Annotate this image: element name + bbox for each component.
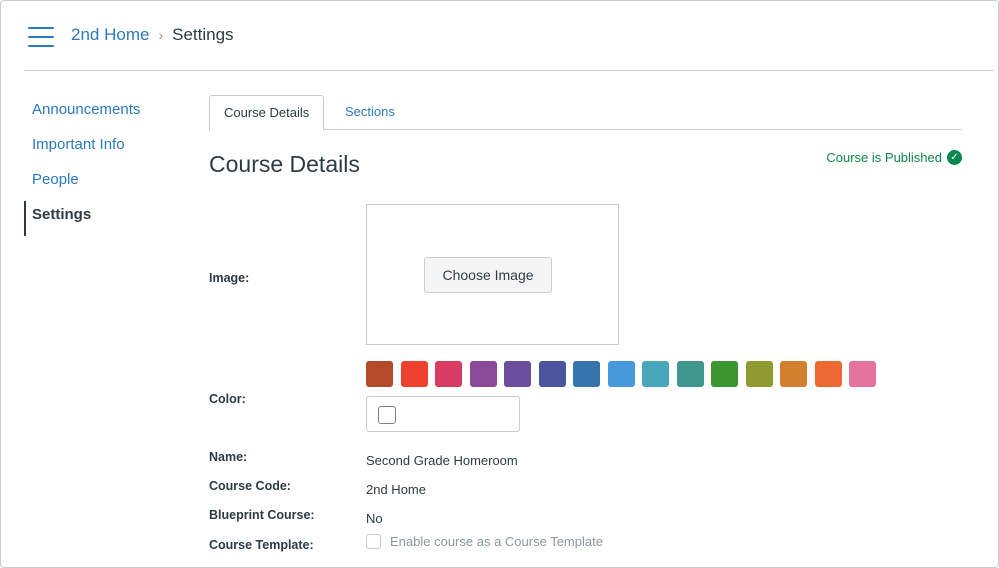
breadcrumb: 2nd Home › Settings bbox=[71, 25, 234, 45]
custom-color-input[interactable] bbox=[366, 396, 520, 432]
page-title: Course Details bbox=[209, 151, 360, 177]
color-swatch[interactable] bbox=[745, 361, 773, 387]
color-swatch[interactable] bbox=[607, 361, 635, 387]
blueprint-label: Blueprint Course: bbox=[209, 508, 315, 522]
publish-status: Course is Published ✓ bbox=[826, 150, 962, 165]
tab-course-details[interactable]: Course Details bbox=[209, 95, 325, 131]
name-value: Second Grade Homeroom bbox=[366, 453, 518, 468]
sidebar-item-important-info[interactable]: Important Info bbox=[24, 131, 184, 166]
color-swatch[interactable] bbox=[504, 361, 531, 387]
image-label: Image: bbox=[209, 271, 250, 285]
tab-sections[interactable]: Sections bbox=[331, 95, 409, 130]
image-dropzone: Choose Image bbox=[366, 204, 619, 345]
color-preview bbox=[378, 406, 396, 424]
sidebar-item-settings[interactable]: Settings bbox=[24, 201, 184, 236]
course-navigation: Announcements Important Info People Sett… bbox=[24, 96, 184, 236]
color-swatches bbox=[366, 361, 884, 387]
chevron-right-icon: › bbox=[158, 27, 164, 43]
color-swatch[interactable] bbox=[435, 361, 462, 387]
color-label: Color: bbox=[209, 392, 246, 406]
color-swatch[interactable] bbox=[366, 361, 393, 387]
color-swatch[interactable] bbox=[814, 361, 842, 387]
color-swatch[interactable] bbox=[676, 361, 704, 387]
color-swatch[interactable] bbox=[573, 361, 600, 387]
breadcrumb-current: Settings bbox=[172, 25, 234, 44]
course-template-checkbox-label: Enable course as a Course Template bbox=[390, 534, 603, 549]
settings-tabs: Course Details Sections bbox=[209, 95, 962, 131]
page-header: 2nd Home › Settings bbox=[1, 1, 998, 71]
color-swatch[interactable] bbox=[780, 361, 807, 387]
color-swatch[interactable] bbox=[538, 361, 566, 387]
header-divider bbox=[24, 70, 994, 71]
course-template-checkbox[interactable] bbox=[366, 534, 381, 549]
checkmark-circle-icon: ✓ bbox=[947, 150, 962, 165]
color-swatch[interactable] bbox=[711, 361, 738, 387]
choose-image-button[interactable]: Choose Image bbox=[424, 257, 552, 293]
hamburger-menu-icon[interactable] bbox=[28, 27, 54, 47]
app-window: 2nd Home › Settings Announcements Import… bbox=[0, 0, 999, 568]
course-template-label: Course Template: bbox=[209, 538, 314, 552]
course-code-value: 2nd Home bbox=[366, 482, 426, 497]
color-swatch[interactable] bbox=[642, 361, 669, 387]
breadcrumb-home-link[interactable]: 2nd Home bbox=[71, 25, 149, 45]
course-template-option: Enable course as a Course Template bbox=[366, 534, 603, 549]
course-code-label: Course Code: bbox=[209, 479, 291, 493]
name-label: Name: bbox=[209, 450, 248, 464]
publish-status-text: Course is Published bbox=[826, 150, 942, 165]
color-swatch[interactable] bbox=[469, 361, 497, 387]
color-swatch[interactable] bbox=[400, 361, 428, 387]
blueprint-value: No bbox=[366, 511, 383, 526]
sidebar-item-announcements[interactable]: Announcements bbox=[24, 96, 184, 131]
sidebar-item-people[interactable]: People bbox=[24, 166, 184, 201]
color-swatch[interactable] bbox=[849, 361, 876, 387]
